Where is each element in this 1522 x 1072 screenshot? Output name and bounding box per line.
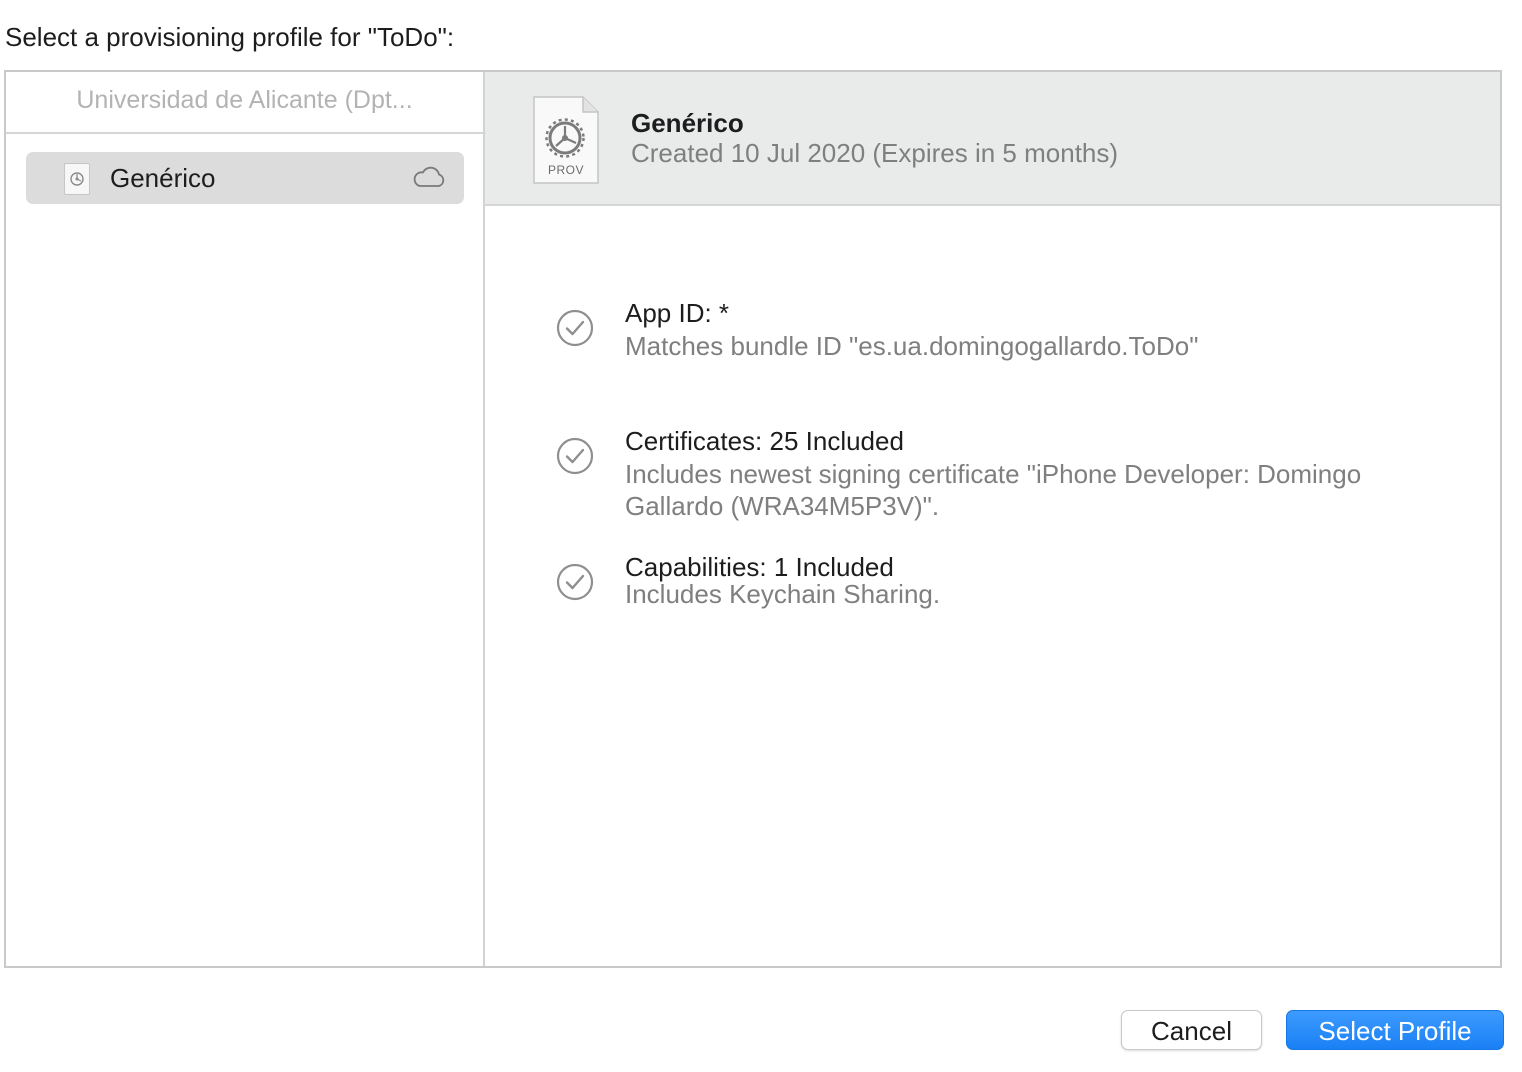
team-header: Universidad de Alicante (Dpt... [6, 72, 483, 134]
app-id-title: App ID: * [625, 298, 730, 328]
checkmark-icon [555, 308, 595, 353]
certificates-detail: Includes newest signing certificate "iPh… [625, 459, 1362, 521]
prov-file-label: PROV [547, 163, 584, 177]
app-id-detail: Matches bundle ID "es.ua.domingogallardo… [625, 331, 1199, 361]
select-profile-button[interactable]: Select Profile [1286, 1010, 1504, 1050]
profile-list-pane: Universidad de Alicante (Dpt... Genérico [6, 72, 485, 966]
dialog-prompt: Select a provisioning profile for "ToDo"… [5, 22, 455, 52]
capabilities-detail: Includes Keychain Sharing. [625, 579, 941, 609]
profile-detail-pane: PROV Genérico Created 10 Jul 2020 (Expir… [485, 72, 1500, 966]
certificates-title: Certificates: 25 Included [625, 426, 904, 456]
profile-created-date: Created 10 Jul 2020 (Expires in 5 months… [631, 138, 1119, 168]
cloud-icon [412, 166, 446, 193]
checkmark-icon [555, 562, 595, 607]
provisioning-file-icon: PROV [533, 96, 599, 184]
profile-browser: Universidad de Alicante (Dpt... Genérico [4, 70, 1502, 968]
profile-list-item[interactable]: Genérico [26, 152, 464, 204]
profile-file-icon [64, 163, 90, 195]
profile-detail-header: PROV Genérico Created 10 Jul 2020 (Expir… [485, 72, 1500, 206]
checkmark-icon [555, 436, 595, 481]
profile-list-item-label: Genérico [110, 163, 216, 193]
profile-name: Genérico [631, 108, 744, 138]
cancel-button[interactable]: Cancel [1121, 1010, 1262, 1050]
